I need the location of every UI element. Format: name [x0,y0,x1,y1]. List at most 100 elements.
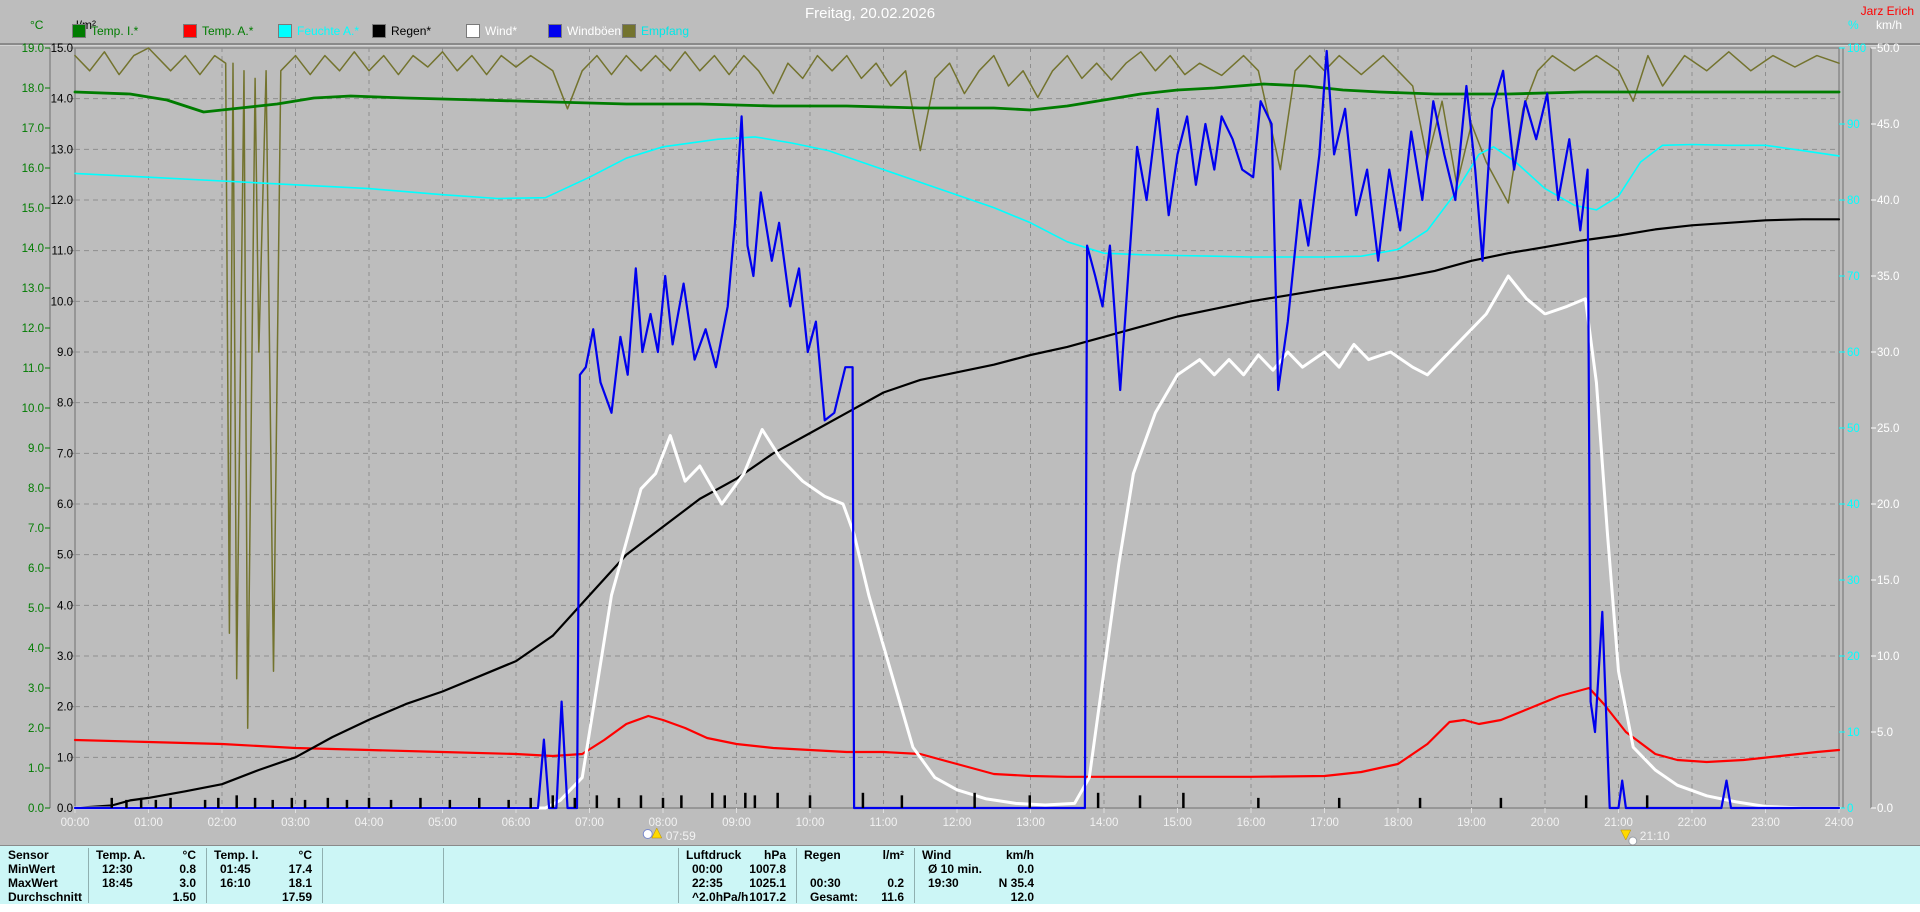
svg-text:21:00: 21:00 [1604,817,1633,829]
svg-text:5.0: 5.0 [57,550,73,562]
svg-text:10.0: 10.0 [22,403,44,415]
stat-value: 1017.2 [749,890,786,904]
svg-text:14:00: 14:00 [1090,817,1119,829]
svg-text:20:00: 20:00 [1531,817,1560,829]
svg-text:60: 60 [1847,347,1860,359]
stat-value: 12.0 [1010,890,1034,904]
axis-rain-left: 0.0 1.0 2.0 3.0 4.0 5.0 6.0 7.0 8.0 9.0 10.0 11.0 12… [51,43,75,815]
svg-text:11.0: 11.0 [22,363,44,375]
svg-text:17.0: 17.0 [22,123,44,135]
stat-value: 18.1 [288,876,312,890]
axis-time-bottom: 00:00 01:00 02:00 03:00 04:00 05:00 06:00 07:00… [61,808,1853,829]
stat-col-unit: km/h [1005,848,1034,862]
table-separator [88,848,89,903]
svg-text:13.0: 13.0 [22,283,44,295]
weather-app-window: Freitag, 20.02.2026 Jarz Erich °C l/m² %… [0,0,1920,912]
svg-text:9.0: 9.0 [28,443,44,455]
svg-text:40.0: 40.0 [1877,195,1899,207]
svg-text:00:00: 00:00 [61,817,90,829]
svg-text:11.0: 11.0 [51,246,73,258]
svg-text:02:00: 02:00 [208,817,237,829]
stat-value: 17.59 [281,890,312,904]
svg-text:25.0: 25.0 [1877,423,1899,435]
svg-text:30: 30 [1847,575,1860,587]
stat-value: 0.8 [179,862,196,876]
axis-temp-left: 0.0 1.0 2.0 3.0 4.0 5.0 6.0 7.0 8.0 9.0 10.0 11.0 12… [22,43,50,815]
sunrise-marker: 07:59 [642,827,696,843]
svg-text:7.0: 7.0 [57,448,73,460]
svg-text:08:00: 08:00 [649,817,678,829]
table-separator [678,848,679,903]
stat-col-unit: hPa [763,848,786,862]
stat-value: 11.6 [881,890,904,904]
svg-text:19:00: 19:00 [1457,817,1486,829]
svg-text:6.0: 6.0 [57,499,73,511]
svg-text:13.0: 13.0 [51,144,73,156]
svg-text:4.0: 4.0 [57,600,73,612]
svg-text:18:00: 18:00 [1384,817,1413,829]
series-windboeen [73,49,1841,810]
svg-text:03:00: 03:00 [281,817,310,829]
svg-text:8.0: 8.0 [57,398,73,410]
svg-text:15.0: 15.0 [1877,575,1899,587]
stat-col-unit: °C [182,848,196,862]
svg-text:05:00: 05:00 [428,817,457,829]
svg-text:07:59: 07:59 [666,829,696,843]
svg-text:8.0: 8.0 [28,483,44,495]
svg-text:23:00: 23:00 [1751,817,1780,829]
svg-text:3.0: 3.0 [57,651,73,663]
svg-text:07:00: 07:00 [575,817,604,829]
table-separator [443,848,444,903]
svg-text:0.0: 0.0 [1877,803,1893,815]
stats-table: Sensor MinWert MaxWert Durchschnitt Temp. A.… [0,845,1920,905]
svg-text:2.0: 2.0 [28,723,44,735]
stat-value: 1.50 [172,890,196,904]
svg-text:18.0: 18.0 [22,83,44,95]
svg-text:40: 40 [1847,499,1860,511]
svg-text:22:00: 22:00 [1678,817,1707,829]
svg-text:80: 80 [1847,195,1860,207]
svg-text:3.0: 3.0 [28,683,44,695]
svg-text:14.0: 14.0 [22,243,44,255]
svg-text:13:00: 13:00 [1016,817,1045,829]
stat-value: 3.0 [179,876,196,890]
svg-text:0: 0 [1847,803,1853,815]
svg-text:9.0: 9.0 [57,347,73,359]
svg-text:5.0: 5.0 [1877,727,1893,739]
svg-text:15.0: 15.0 [51,43,73,55]
svg-text:1.0: 1.0 [28,763,44,775]
table-separator [914,848,915,903]
weather-chart: 0.0 1.0 2.0 3.0 4.0 5.0 6.0 7.0 8.0 9.0 10.0 11.0 12… [0,43,1920,845]
sunset-marker: 21:10 [1620,829,1670,845]
stat-row-label: Durchschnitt [8,890,83,904]
svg-text:11:00: 11:00 [870,817,898,829]
grid [75,48,1839,808]
svg-text:12.0: 12.0 [51,195,73,207]
svg-text:4.0: 4.0 [28,643,44,655]
svg-text:15:00: 15:00 [1163,817,1192,829]
stat-value: 1025.1 [749,876,786,890]
svg-text:10: 10 [1847,727,1860,739]
bottom-strip [0,904,1920,912]
svg-text:15.0: 15.0 [22,203,44,215]
stat-value: 17.4 [288,862,312,876]
svg-text:10:00: 10:00 [796,817,825,829]
svg-text:100: 100 [1847,43,1866,55]
svg-text:10.0: 10.0 [1877,651,1899,663]
svg-text:10.0: 10.0 [51,296,73,308]
table-separator [322,848,323,903]
series-temp_a [73,686,1841,778]
stat-col-unit: l/m² [882,848,904,862]
svg-text:01:00: 01:00 [134,817,163,829]
svg-text:12.0: 12.0 [22,323,44,335]
stat-col-unit: °C [298,848,312,862]
stat-value: 0.0 [1017,862,1034,876]
svg-text:12:00: 12:00 [943,817,972,829]
svg-text:16.0: 16.0 [22,163,44,175]
table-separator [206,848,207,903]
svg-text:5.0: 5.0 [28,603,44,615]
svg-text:30.0: 30.0 [1877,347,1899,359]
svg-text:09:00: 09:00 [722,817,751,829]
svg-text:20.0: 20.0 [1877,499,1899,511]
svg-text:16:00: 16:00 [1237,817,1266,829]
